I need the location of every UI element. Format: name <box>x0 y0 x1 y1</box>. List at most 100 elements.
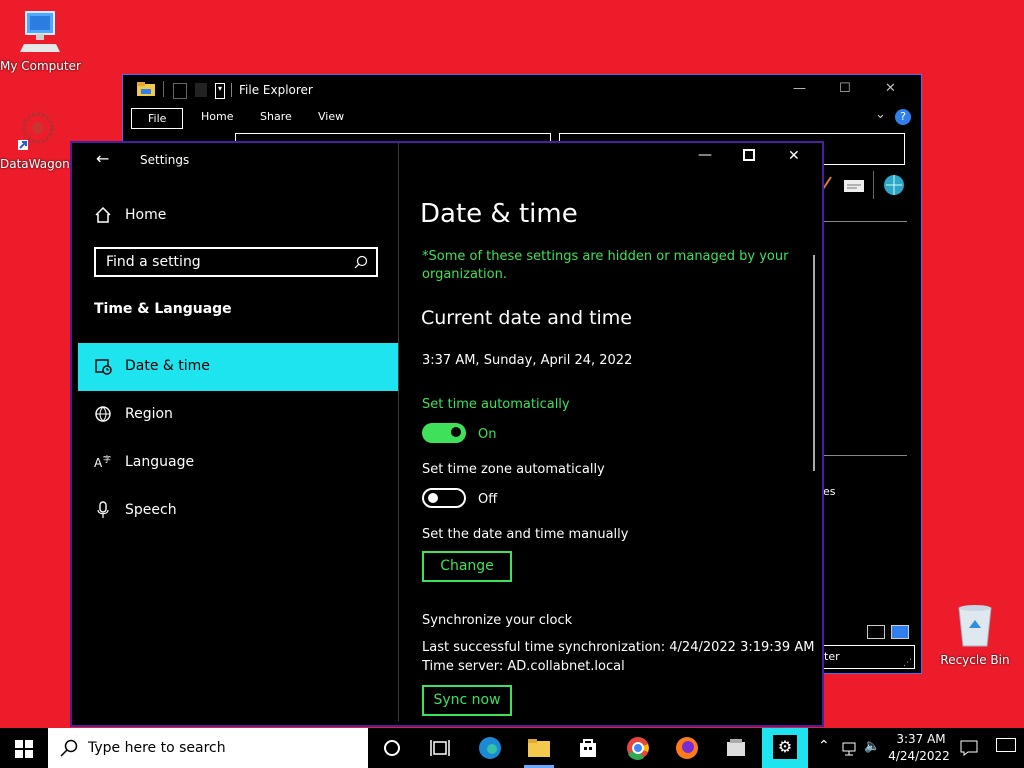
properties-icon[interactable] <box>173 83 187 99</box>
desktop-icon-recycle-bin[interactable]: Recycle Bin <box>940 604 1010 667</box>
desktop-icon-label: My Computer <box>0 59 81 73</box>
recycle-bin-icon <box>958 605 992 647</box>
tab-file[interactable]: File <box>131 108 184 129</box>
action-center-icon[interactable] <box>960 740 978 756</box>
microphone-icon <box>97 501 109 518</box>
explorer-title: File Explorer <box>239 83 313 97</box>
show-desktop-icon[interactable] <box>996 738 1016 752</box>
windows-start-icon[interactable] <box>15 740 33 758</box>
tab-share[interactable]: Share <box>260 110 292 123</box>
toggle-knob <box>451 427 461 437</box>
current-date-time-heading: Current date and time <box>421 307 632 329</box>
manual-date-time-label: Set the date and time manually <box>422 527 629 542</box>
home-icon <box>95 206 111 223</box>
set-time-auto-label: Set time automatically <box>422 397 570 412</box>
tab-view[interactable]: View <box>318 110 344 123</box>
sidebar-item-label: Date & time <box>125 358 210 374</box>
task-view-icon[interactable] <box>428 736 452 760</box>
folder-icon <box>137 82 155 96</box>
large-icons-view-icon[interactable] <box>891 625 909 639</box>
close-icon[interactable]: ✕ <box>885 81 896 96</box>
sidebar-item-date-time[interactable]: Date & time <box>78 343 398 391</box>
taskbar: Type here to search ⚙ ⌃ 🔈 3:37 AM 4/24/2… <box>0 728 1024 768</box>
sidebar-item-label: Speech <box>125 502 177 518</box>
cortana-icon[interactable] <box>380 736 404 760</box>
sidebar-item-label: Language <box>125 454 195 470</box>
sidebar-item-label: Region <box>125 406 173 422</box>
minimize-icon[interactable]: — <box>793 81 806 96</box>
set-zone-auto-toggle[interactable] <box>422 488 466 508</box>
separator <box>231 83 232 97</box>
search-icon <box>354 255 368 269</box>
page-title: Date & time <box>420 199 578 229</box>
sidebar-item-language[interactable]: A字 Language <box>78 439 398 487</box>
server-manager-icon[interactable] <box>724 736 748 760</box>
sync-now-button[interactable]: Sync now <box>422 685 512 716</box>
sidebar-item-home[interactable]: Home <box>78 192 398 240</box>
volume-icon[interactable]: 🔈 <box>864 739 880 754</box>
divider <box>819 455 907 456</box>
details-view-icon[interactable] <box>867 625 885 639</box>
explorer-titlebar[interactable]: ▾ File Explorer — ☐ ✕ <box>123 75 921 105</box>
taskbar-settings-button[interactable]: ⚙ <box>762 728 808 768</box>
search-icon <box>60 739 78 757</box>
desktop-icon-datawagon[interactable]: DataWagon... <box>0 108 82 171</box>
network-icon[interactable] <box>842 741 860 757</box>
desktop-icon-label: Recycle Bin <box>940 653 1010 667</box>
firefox-icon[interactable] <box>675 736 699 760</box>
partial-text: ter <box>824 650 840 663</box>
settings-content: — ✕ Date & time *Some of these settings … <box>400 143 822 721</box>
taskbar-search-box[interactable]: Type here to search <box>48 728 368 768</box>
mail-icon[interactable] <box>843 179 865 193</box>
set-zone-auto-label: Set time zone automatically <box>422 462 605 477</box>
desktop-icon-label: DataWagon... <box>0 157 82 171</box>
maximize-icon[interactable]: ☐ <box>839 81 851 96</box>
sidebar-item-speech[interactable]: Speech <box>78 487 398 535</box>
new-folder-icon[interactable] <box>195 83 207 97</box>
divider <box>398 143 399 721</box>
tab-home[interactable]: Home <box>201 110 233 123</box>
globe-icon <box>95 406 111 422</box>
file-explorer-icon[interactable] <box>527 736 551 760</box>
explorer-ribbon: File Home Share View ⌄ ? <box>123 105 921 131</box>
computer-icon <box>20 11 60 52</box>
clock-time[interactable]: 3:37 AM <box>893 732 949 746</box>
taskbar-search-placeholder: Type here to search <box>88 740 226 756</box>
store-icon[interactable] <box>576 736 600 760</box>
edge-icon[interactable] <box>478 736 502 760</box>
sidebar-item-region[interactable]: Region <box>78 391 398 439</box>
close-icon[interactable]: ✕ <box>788 148 800 164</box>
set-time-auto-state: On <box>478 427 497 442</box>
clock-date[interactable]: 4/24/2022 <box>888 749 950 763</box>
settings-window[interactable]: ← Settings Home Find a setting Time & La… <box>70 141 824 727</box>
chevron-down-icon[interactable]: ⌄ <box>875 107 886 122</box>
quick-access-dropdown-icon[interactable]: ▾ <box>215 83 225 99</box>
svg-text:A: A <box>94 456 103 470</box>
desktop-icon-my-computer[interactable]: My Computer <box>0 10 81 73</box>
back-arrow-icon[interactable]: ← <box>96 149 109 168</box>
maximize-icon[interactable] <box>743 149 755 161</box>
scrollbar[interactable] <box>813 255 815 471</box>
help-icon[interactable]: ? <box>895 109 911 125</box>
globe-icon[interactable] <box>881 173 907 197</box>
change-button[interactable]: Change <box>422 551 512 582</box>
set-time-auto-toggle[interactable] <box>422 423 466 443</box>
divider <box>819 221 907 222</box>
search-placeholder: Find a setting <box>106 254 201 270</box>
gear-icon: ⚙ <box>773 735 797 759</box>
managed-notice: *Some of these settings are hidden or ma… <box>422 249 789 282</box>
partial-text: es <box>823 485 836 498</box>
svg-text:字: 字 <box>103 454 111 464</box>
minimize-icon[interactable]: — <box>698 147 712 163</box>
find-setting-input[interactable]: Find a setting <box>94 247 378 277</box>
chrome-icon[interactable] <box>626 736 650 760</box>
settings-window-title: Settings <box>140 153 190 167</box>
status-box: ter ⋰ <box>819 645 915 669</box>
section-title: Time & Language <box>94 301 232 317</box>
sync-heading: Synchronize your clock <box>422 613 573 628</box>
separator <box>873 171 874 199</box>
chevron-up-icon[interactable]: ⌃ <box>818 738 830 754</box>
resize-grip-icon[interactable]: ⋰ <box>903 658 912 668</box>
date-time-icon <box>95 359 112 375</box>
settings-sidebar: ← Settings Home Find a setting Time & La… <box>78 143 398 721</box>
